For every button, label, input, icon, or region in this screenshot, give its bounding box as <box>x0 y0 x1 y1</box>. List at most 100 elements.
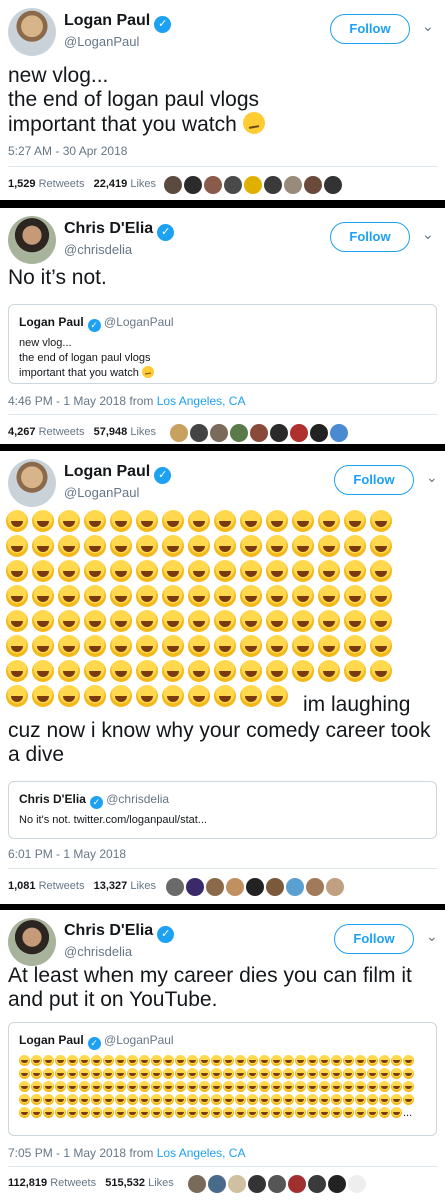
tears-of-joy-emoji-icon <box>240 610 262 632</box>
chevron-down-icon[interactable]: ⌄ <box>426 928 438 945</box>
liker-avatar[interactable] <box>224 176 242 194</box>
tears-of-joy-emoji-icon <box>79 1107 90 1118</box>
liker-avatar[interactable] <box>310 424 328 442</box>
liker-avatar[interactable] <box>286 878 304 896</box>
retweet-count[interactable]: 4,267 <box>8 426 36 438</box>
avatar[interactable] <box>8 216 56 264</box>
liker-avatar[interactable] <box>164 176 182 194</box>
tears-of-joy-emoji-icon <box>31 1055 42 1066</box>
confused-face-icon <box>242 112 265 134</box>
chevron-down-icon[interactable]: ⌄ <box>426 469 438 486</box>
liker-avatar[interactable] <box>208 1175 226 1193</box>
retweet-count[interactable]: 1,529 <box>8 178 36 190</box>
liker-avatar[interactable] <box>188 1175 206 1193</box>
liker-avatar[interactable] <box>210 424 228 442</box>
like-count[interactable]: 22,419 <box>94 178 128 190</box>
timestamp-text[interactable]: 7:05 PM - 1 May 2018 from <box>8 1146 157 1160</box>
liker-avatar[interactable] <box>264 176 282 194</box>
tears-of-joy-emoji-icon <box>151 1081 162 1092</box>
author-name[interactable]: Chris D'Elia ✓ <box>64 220 175 241</box>
liker-avatar[interactable] <box>304 176 322 194</box>
avatar[interactable] <box>8 8 56 56</box>
author-handle[interactable]: @chrisdelia <box>64 242 132 257</box>
tweet-text: new vlog... the end of logan paul vlogs … <box>8 64 438 137</box>
liker-avatar[interactable] <box>248 1175 266 1193</box>
retweet-count[interactable]: 112,819 <box>8 1177 47 1189</box>
tweet-4: Chris D'Elia ✓ @chrisdelia Follow ⌄ At le… <box>0 910 445 1200</box>
liker-avatar[interactable] <box>184 176 202 194</box>
avatar[interactable] <box>8 459 56 507</box>
liker-avatar[interactable] <box>326 878 344 896</box>
like-count[interactable]: 515,532 <box>105 1177 145 1189</box>
liker-avatar[interactable] <box>170 424 188 442</box>
chevron-down-icon[interactable]: ⌄ <box>422 18 434 35</box>
quoted-author-name: Logan Paul <box>19 315 84 329</box>
liker-avatar[interactable] <box>204 176 222 194</box>
liker-avatar[interactable] <box>250 424 268 442</box>
tears-of-joy-emoji-icon <box>58 560 80 582</box>
liker-avatar[interactable] <box>284 176 302 194</box>
author-name[interactable]: Logan Paul ✓ <box>64 463 172 484</box>
liker-avatar[interactable] <box>190 424 208 442</box>
author-handle[interactable]: @LoganPaul <box>64 485 139 500</box>
follow-button[interactable]: Follow <box>334 465 414 495</box>
liker-avatar[interactable] <box>328 1175 346 1193</box>
author-name-text[interactable]: Chris D'Elia <box>64 922 153 939</box>
follow-button[interactable]: Follow <box>334 924 414 954</box>
engagement-stats: 4,267 Retweets 57,948 Likes <box>8 426 156 438</box>
liker-avatar[interactable] <box>268 1175 286 1193</box>
liker-avatar[interactable] <box>348 1175 366 1193</box>
follow-button[interactable]: Follow <box>330 14 410 44</box>
retweet-count[interactable]: 1,081 <box>8 880 36 892</box>
tears-of-joy-emoji-icon <box>370 535 392 557</box>
liker-avatar[interactable] <box>226 878 244 896</box>
chevron-down-icon[interactable]: ⌄ <box>422 226 434 243</box>
timestamp[interactable]: 5:27 AM - 30 Apr 2018 <box>8 144 127 158</box>
tears-of-joy-emoji-icon <box>271 1068 282 1079</box>
tears-of-joy-emoji-icon <box>136 585 158 607</box>
like-count[interactable]: 57,948 <box>94 426 128 438</box>
author-handle[interactable]: @chrisdelia <box>64 944 132 959</box>
liker-avatar[interactable] <box>206 878 224 896</box>
author-name[interactable]: Chris D'Elia ✓ <box>64 922 175 943</box>
tears-of-joy-emoji-icon <box>214 635 236 657</box>
author-name-text[interactable]: Logan Paul <box>64 463 150 480</box>
liker-avatar[interactable] <box>246 878 264 896</box>
verified-icon: ✓ <box>157 926 175 943</box>
tears-of-joy-emoji-icon <box>344 660 366 682</box>
liker-avatar[interactable] <box>186 878 204 896</box>
quoted-tweet[interactable]: Chris D'Elia ✓ @chrisdelia No it's not. t… <box>8 781 437 839</box>
avatar[interactable] <box>8 918 56 966</box>
author-name-text[interactable]: Chris D'Elia <box>64 220 153 237</box>
tears-of-joy-emoji-icon <box>266 585 288 607</box>
tears-of-joy-emoji-icon <box>6 685 28 707</box>
liker-avatar[interactable] <box>324 176 342 194</box>
tears-of-joy-emoji-icon <box>292 635 314 657</box>
timestamp[interactable]: 6:01 PM - 1 May 2018 <box>8 847 126 861</box>
follow-button[interactable]: Follow <box>330 222 410 252</box>
quoted-tweet[interactable]: Logan Paul ✓ @LoganPaul new vlog... the e… <box>8 304 437 384</box>
liker-avatar[interactable] <box>244 176 262 194</box>
liker-avatar[interactable] <box>288 1175 306 1193</box>
tears-of-joy-emoji-icon <box>55 1107 66 1118</box>
location-link[interactable]: Los Angeles, CA <box>157 1146 246 1160</box>
liker-avatar[interactable] <box>166 878 184 896</box>
liker-avatar[interactable] <box>230 424 248 442</box>
liker-avatar[interactable] <box>290 424 308 442</box>
liker-avatar[interactable] <box>330 424 348 442</box>
liker-avatar[interactable] <box>308 1175 326 1193</box>
like-count[interactable]: 13,327 <box>94 880 128 892</box>
liker-avatar[interactable] <box>228 1175 246 1193</box>
timestamp-text[interactable]: 4:46 PM - 1 May 2018 from <box>8 394 157 408</box>
tears-of-joy-emoji-icon <box>110 535 132 557</box>
location-link[interactable]: Los Angeles, CA <box>157 394 246 408</box>
liker-avatar[interactable] <box>270 424 288 442</box>
liker-avatar[interactable] <box>266 878 284 896</box>
liker-avatar[interactable] <box>306 878 324 896</box>
quoted-tweet[interactable]: Logan Paul ✓ @LoganPaul ... <box>8 1022 437 1136</box>
tears-of-joy-emoji-icon <box>115 1055 126 1066</box>
author-name[interactable]: Logan Paul ✓ <box>64 12 172 33</box>
author-name-text[interactable]: Logan Paul <box>64 12 150 29</box>
author-handle[interactable]: @LoganPaul <box>64 34 139 49</box>
tears-of-joy-emoji-icon <box>19 1068 30 1079</box>
